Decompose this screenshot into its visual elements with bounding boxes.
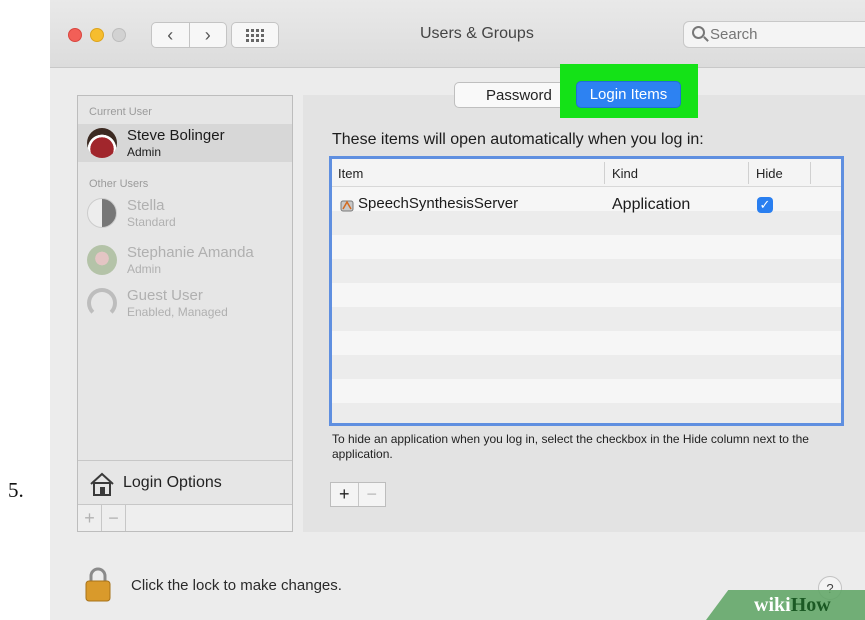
- empty-row: [332, 403, 841, 423]
- zoom-window-button[interactable]: [112, 28, 126, 42]
- user-name: Stephanie Amanda: [127, 244, 254, 261]
- user-row-guest-user[interactable]: Guest User Enabled, Managed: [78, 284, 292, 322]
- login-items-add-remove: + −: [330, 482, 386, 507]
- minimize-window-button[interactable]: [90, 28, 104, 42]
- empty-row: [332, 259, 841, 283]
- search-field[interactable]: [683, 21, 865, 48]
- avatar: [87, 198, 117, 228]
- back-forward-group: ‹ ›: [151, 22, 227, 48]
- user-role: Standard: [127, 215, 176, 229]
- users-add-remove-bar: + −: [78, 504, 292, 531]
- column-divider: [748, 162, 749, 184]
- hide-checkbox[interactable]: ✓: [757, 197, 773, 213]
- wikihow-watermark: wikiHow: [706, 590, 865, 620]
- user-row-stephanie-amanda[interactable]: Stephanie Amanda Admin: [78, 241, 292, 279]
- user-name: Steve Bolinger: [127, 127, 225, 144]
- column-header-item[interactable]: Item: [338, 166, 363, 181]
- table-header: Item Kind Hide: [332, 159, 841, 187]
- house-icon: [90, 472, 114, 496]
- other-users-header: Other Users: [89, 178, 149, 190]
- guest-icon: [87, 288, 117, 318]
- avatar: [87, 128, 117, 158]
- login-options-item[interactable]: Login Options: [78, 460, 292, 504]
- lock-icon[interactable]: [84, 566, 112, 602]
- user-name: Guest User: [127, 287, 203, 304]
- grid-icon: [246, 28, 264, 42]
- current-user-header: Current User: [89, 106, 152, 118]
- column-divider: [604, 162, 605, 184]
- empty-row: [332, 211, 841, 235]
- title-bar: ‹ › Users & Groups: [50, 0, 865, 68]
- empty-row: [332, 283, 841, 307]
- empty-row: [332, 307, 841, 331]
- user-row-stella[interactable]: Stella Standard: [78, 194, 292, 232]
- user-role: Enabled, Managed: [127, 305, 228, 319]
- user-role: Admin: [127, 262, 162, 276]
- forward-button[interactable]: ›: [188, 23, 227, 47]
- empty-row: [332, 379, 841, 403]
- search-icon: [692, 26, 705, 39]
- add-user-button[interactable]: +: [78, 505, 102, 531]
- remove-login-item-button[interactable]: −: [357, 483, 386, 506]
- column-divider: [810, 162, 811, 184]
- tab-login-items[interactable]: Login Items: [576, 81, 681, 108]
- item-name: SpeechSynthesisServer: [358, 195, 519, 212]
- tab-password[interactable]: Password: [454, 82, 564, 108]
- users-list-pane: Current User Steve Bolinger Admin Other …: [77, 95, 293, 532]
- add-login-item-button[interactable]: +: [331, 483, 358, 506]
- close-window-button[interactable]: [68, 28, 82, 42]
- column-header-hide[interactable]: Hide: [756, 166, 783, 181]
- search-input[interactable]: [710, 25, 860, 44]
- show-all-button[interactable]: [231, 22, 279, 48]
- window-title: Users & Groups: [420, 25, 534, 42]
- login-items-table[interactable]: Item Kind Hide SpeechSynthesisServer App…: [329, 156, 844, 426]
- item-kind: Application: [612, 196, 691, 213]
- empty-row: [332, 235, 841, 259]
- remove-user-button[interactable]: −: [102, 505, 126, 531]
- avatar: [87, 245, 117, 275]
- login-options-label: Login Options: [123, 474, 222, 491]
- user-role: Admin: [127, 145, 162, 159]
- lock-message: Click the lock to make changes.: [131, 577, 342, 594]
- empty-row: [332, 355, 841, 379]
- user-row-steve-bolinger[interactable]: Steve Bolinger Admin: [78, 124, 292, 162]
- user-name: Stella: [127, 197, 165, 214]
- hide-hint-text: To hide an application when you log in, …: [332, 432, 809, 461]
- login-items-heading: These items will open automatically when…: [332, 131, 704, 148]
- back-button[interactable]: ‹: [152, 23, 189, 47]
- speech-app-icon: [340, 200, 354, 212]
- empty-row: [332, 331, 841, 355]
- column-header-kind[interactable]: Kind: [612, 166, 638, 181]
- step-number: 5.: [8, 478, 24, 502]
- wikihow-logo: wikiHow: [754, 594, 831, 616]
- users-groups-window: ‹ › Users & Groups Current User Steve Bo…: [50, 0, 865, 620]
